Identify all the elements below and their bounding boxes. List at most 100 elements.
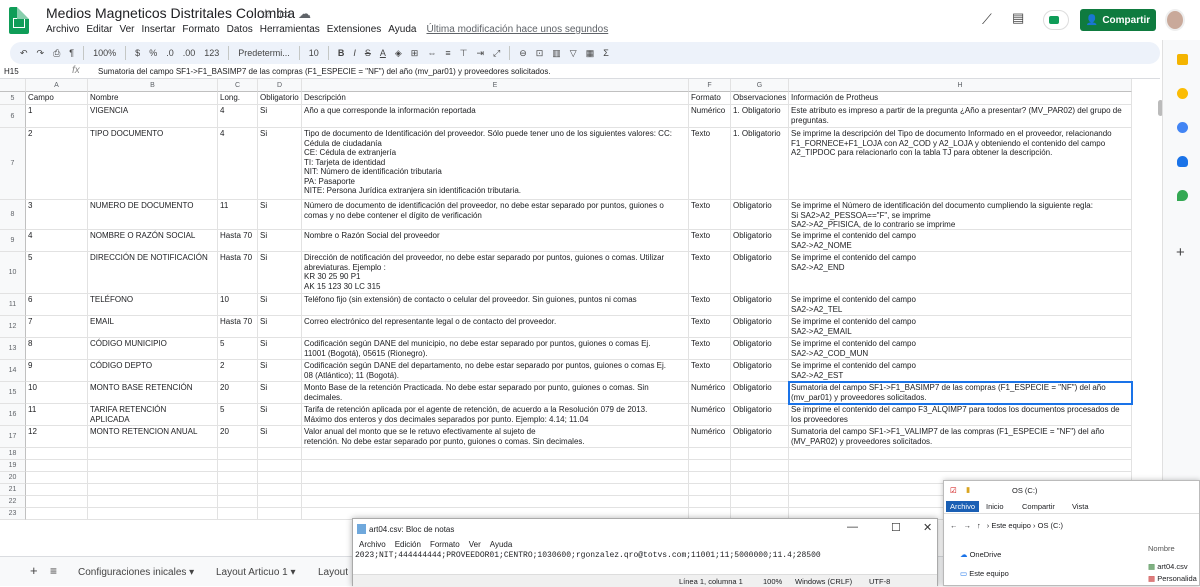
cell-b18[interactable] [88,448,218,460]
ribbon-archivo[interactable]: Archivo [946,501,980,512]
cell-c13[interactable]: 5 [218,338,258,360]
cell-c21[interactable] [218,484,258,496]
menu-archivo[interactable]: Archivo [46,24,79,35]
cell-d7[interactable]: Si [258,128,302,200]
cell-h14[interactable]: Se imprime el contenido del campo SA2->A… [789,360,1132,382]
menu-ayuda[interactable]: Ayuda [388,24,416,35]
cell-c12[interactable]: Hasta 70 [218,316,258,338]
np-menu-ayuda[interactable]: Ayuda [490,540,513,549]
contacts-icon[interactable] [1177,156,1188,167]
cell-d20[interactable] [258,472,302,484]
cell-g10[interactable]: Obligatorio [731,252,789,294]
cell-g12[interactable]: Obligatorio [731,316,789,338]
maximize-icon[interactable]: ☐ [891,521,901,534]
breadcrumb[interactable]: › Este equipo › OS (C:) [987,521,1063,530]
cell-e19[interactable] [302,460,689,472]
cell-b23[interactable] [88,508,218,520]
strikethrough-icon[interactable]: S [365,48,371,58]
column-header-c[interactable]: C [218,79,258,92]
file-item[interactable]: ▦ art04.csv [1148,562,1188,571]
checkbox-icon[interactable]: ☑ [950,486,957,495]
cell-b12[interactable]: EMAIL [88,316,218,338]
cell-b6[interactable]: VIGENCIA [88,105,218,128]
cell-h13[interactable]: Se imprime el contenido del campo SA2->A… [789,338,1132,360]
cell-d10[interactable]: Si [258,252,302,294]
cell-h10[interactable]: Se imprime el contenido del campo SA2->A… [789,252,1132,294]
cell-c6[interactable]: 4 [218,105,258,128]
row-header-8[interactable]: 8 [0,200,26,230]
activity-chart-icon[interactable]: ⟋ [982,11,992,28]
cell-b15[interactable]: MONTO BASE RETENCIÓN [88,382,218,404]
italic-icon[interactable]: I [353,48,356,58]
row-header-20[interactable]: 20 [0,472,26,484]
cell-e14[interactable]: Codificación según DANE del departamento… [302,360,689,382]
cell-e9[interactable]: Nombre o Razón Social del proveedor [302,230,689,252]
back-icon[interactable]: ← [950,521,958,530]
cell-f16[interactable]: Numérico [689,404,731,426]
cell-f15[interactable]: Numérico [689,382,731,404]
cell-a22[interactable] [26,496,88,508]
cell-c11[interactable]: 10 [218,294,258,316]
cell-f21[interactable] [689,484,731,496]
cell-f13[interactable]: Texto [689,338,731,360]
cell-g11[interactable]: Obligatorio [731,294,789,316]
cell-f22[interactable] [689,496,731,508]
cell-e6[interactable]: Año a que corresponde la información rep… [302,105,689,128]
cell-g17[interactable]: Obligatorio [731,426,789,448]
cell-d23[interactable] [258,508,302,520]
cell-d9[interactable]: Si [258,230,302,252]
maps-icon[interactable] [1177,190,1188,201]
cell-a17[interactable]: 12 [26,426,88,448]
cell-f5[interactable]: Formato [689,92,731,105]
cell-c8[interactable]: 11 [218,200,258,230]
cell-b16[interactable]: TARIFA RETENCIÓN APLICADA [88,404,218,426]
np-menu-archivo[interactable]: Archivo [359,540,386,549]
cell-g19[interactable] [731,460,789,472]
row-header-7[interactable]: 7 [0,128,26,200]
cell-g5[interactable]: Observaciones [731,92,789,105]
np-menu-formato[interactable]: Formato [430,540,460,549]
redo-icon[interactable]: ↷ [37,48,45,59]
cell-c9[interactable]: Hasta 70 [218,230,258,252]
cell-c10[interactable]: Hasta 70 [218,252,258,294]
cell-c14[interactable]: 2 [218,360,258,382]
font-size-input[interactable]: 10 [309,48,319,58]
np-menu-edicion[interactable]: Edición [395,540,421,549]
cell-e8[interactable]: Número de documento de identificación de… [302,200,689,230]
menu-formato[interactable]: Formato [182,24,219,35]
cell-e21[interactable] [302,484,689,496]
cell-a6[interactable]: 1 [26,105,88,128]
paint-format-icon[interactable]: ¶ [69,48,74,58]
cell-g20[interactable] [731,472,789,484]
row-header-12[interactable]: 12 [0,316,26,338]
cell-g9[interactable]: Obligatorio [731,230,789,252]
cell-c19[interactable] [218,460,258,472]
row-header-9[interactable]: 9 [0,230,26,252]
fill-color-icon[interactable]: ◈ [395,48,402,59]
cell-a8[interactable]: 3 [26,200,88,230]
row-header-13[interactable]: 13 [0,338,26,360]
cell-f9[interactable]: Texto [689,230,731,252]
notepad-window[interactable]: art04.csv: Bloc de notas — ☐ ✕ Archivo E… [352,518,938,587]
cell-h6[interactable]: Este atributo es impreso a partir de la … [789,105,1132,128]
cell-b8[interactable]: NUMERO DE DOCUMENTO [88,200,218,230]
cell-d5[interactable]: Obligatorio [258,92,302,105]
text-color-icon[interactable]: A [380,48,386,58]
select-all-corner[interactable] [0,79,26,92]
cell-b9[interactable]: NOMBRE O RAZÓN SOCIAL [88,230,218,252]
column-header-d[interactable]: D [258,79,302,92]
column-header-a[interactable]: A [26,79,88,92]
add-addon-icon[interactable]: + [1176,244,1185,261]
cell-f17[interactable]: Numérico [689,426,731,448]
cell-d13[interactable]: Si [258,338,302,360]
cell-f6[interactable]: Numérico [689,105,731,128]
cell-f14[interactable]: Texto [689,360,731,382]
sheet-tab-config[interactable]: Configuraciones inicales ▾ [78,567,194,578]
menu-editar[interactable]: Editar [86,24,112,35]
cell-h17[interactable]: Sumatoria del campo SF1->F1_VALIMP7 de l… [789,426,1132,448]
tasks-icon[interactable] [1177,122,1188,133]
merge-icon[interactable]: ⇔ [427,48,436,58]
name-column-header[interactable]: Nombre [1148,544,1175,553]
cell-f10[interactable]: Texto [689,252,731,294]
cell-b19[interactable] [88,460,218,472]
